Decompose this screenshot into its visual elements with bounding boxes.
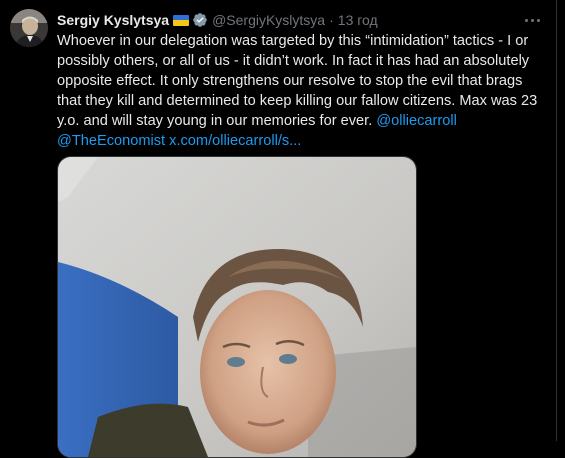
more-options-icon[interactable] xyxy=(522,10,542,30)
tweet-header: Sergiy Kyslytsya @SergiyKyslytsya · 13 г… xyxy=(57,10,378,30)
tweet-text-line-5: y.o. and will stay young in our memories… xyxy=(57,113,373,129)
tweet-url-link[interactable]: x.com/olliecarroll/s... xyxy=(169,133,301,149)
author-handle[interactable]: @SergiyKyslytsya xyxy=(212,12,325,28)
tweet-photo[interactable] xyxy=(57,156,417,458)
timeline-border xyxy=(556,0,557,441)
ukraine-flag-icon xyxy=(173,14,190,26)
tweet-text-line: possibly others, or all of us - it didn’… xyxy=(57,53,530,69)
tweet-text-line: Whoever in our delegation was targeted b… xyxy=(57,33,529,49)
tweet-text: Whoever in our delegation was targeted b… xyxy=(57,31,547,151)
author-name[interactable]: Sergiy Kyslytsya xyxy=(57,12,169,28)
tweet-card[interactable]: Sergiy Kyslytsya @SergiyKyslytsya · 13 г… xyxy=(0,0,557,458)
verified-badge-icon[interactable] xyxy=(192,12,208,28)
mention-olliecarroll[interactable]: @olliecarroll xyxy=(376,113,457,129)
tweet-text-line: opposite effect. It only strengthens our… xyxy=(57,73,523,89)
mention-theeconomist[interactable]: @TheEconomist xyxy=(57,133,165,149)
timestamp[interactable]: 13 год xyxy=(338,12,378,28)
tweet-text-line: y.o. and will stay young in our memories… xyxy=(57,111,547,131)
tweet-text-line: that they kill and determined to keep ki… xyxy=(57,93,538,109)
separator-dot: · xyxy=(329,12,334,28)
avatar[interactable] xyxy=(10,9,48,47)
